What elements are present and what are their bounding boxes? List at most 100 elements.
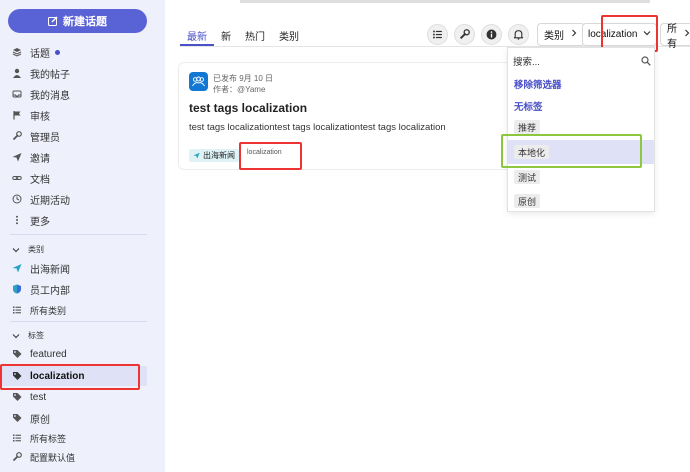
- sidebar-item-my-posts[interactable]: 我的帖子: [0, 63, 150, 83]
- sidebar-item-label: 出海新闻: [30, 264, 70, 276]
- sidebar-item-label: 近期活动: [30, 195, 70, 207]
- category-filter-dropdown[interactable]: 类别: [537, 23, 585, 46]
- sidebar-item-label: 更多: [30, 216, 50, 228]
- category-filter-label: 类别: [544, 31, 564, 42]
- all-filter-dropdown[interactable]: 所有: [660, 23, 690, 50]
- flag-icon: [12, 110, 22, 120]
- sidebar-divider: [10, 321, 147, 322]
- sidebar-item-label: 配置默认值: [30, 452, 76, 463]
- bell-icon: [513, 30, 524, 40]
- remove-filter-option[interactable]: 移除筛选器: [514, 77, 562, 91]
- notification-button[interactable]: [508, 24, 529, 45]
- tag-filter-dropdown[interactable]: localization: [582, 23, 658, 46]
- tag-search-input[interactable]: 搜索...: [513, 53, 651, 69]
- topic-published-date: 已发布 9月 10 日: [213, 74, 274, 83]
- sidebar-item-invite[interactable]: 邀请: [0, 147, 150, 167]
- wrench-icon: [459, 29, 470, 40]
- topic-category-label: 出海新闻: [203, 151, 235, 160]
- sidebar-item-label: 文档: [30, 174, 50, 186]
- topic-author[interactable]: 作者：@Yame: [213, 84, 265, 95]
- sidebar-all-tags[interactable]: 所有标签: [0, 428, 150, 448]
- paper-plane-icon: [193, 152, 200, 159]
- send-icon: [12, 152, 22, 162]
- sidebar-item-recent-activity[interactable]: 近期活动: [0, 189, 150, 209]
- new-topic-label: 新建话题: [63, 16, 107, 28]
- list-icon: [12, 305, 22, 315]
- sidebar-item-docs[interactable]: 文档: [0, 168, 150, 188]
- sidebar-tag-original[interactable]: 原创: [0, 408, 150, 428]
- group-icon: [192, 76, 205, 87]
- sidebar-item-label: 邀请: [30, 153, 50, 165]
- tag-icon: [12, 392, 22, 402]
- chevron-right-icon: [683, 29, 690, 40]
- list-icon: [12, 433, 22, 443]
- sidebar-item-label: localization: [30, 370, 85, 382]
- sidebar-tag-featured[interactable]: featured: [0, 344, 150, 364]
- sidebar-item-more[interactable]: 更多: [0, 210, 150, 230]
- edit-icon: [48, 16, 58, 26]
- tag-icon: [12, 413, 22, 423]
- tag-filter-label: localization: [588, 29, 638, 40]
- tag-option-recommended[interactable]: 推荐: [514, 120, 541, 134]
- sidebar-item-admin[interactable]: 管理员: [0, 126, 150, 146]
- more-vertical-icon: [12, 215, 22, 225]
- link-icon: [12, 173, 22, 183]
- sidebar-item-label: featured: [30, 348, 67, 360]
- sidebar-tag-test[interactable]: test: [0, 387, 150, 407]
- user-icon: [12, 68, 22, 78]
- sidebar-item-label: 我的帖子: [30, 69, 70, 81]
- new-topic-button[interactable]: 新建话题: [8, 9, 147, 33]
- info-button[interactable]: [481, 24, 502, 45]
- sidebar-item-label: 管理员: [30, 132, 60, 144]
- sidebar-configure-defaults[interactable]: 配置默认值: [0, 447, 150, 467]
- tags-section-toggle[interactable]: 标签: [12, 330, 44, 341]
- categories-header: 类别: [28, 245, 44, 254]
- tag-filter-menu: 搜索... 移除筛选器 无标签 推荐 本地化 测试 原创: [507, 47, 655, 212]
- sidebar-item-label: 所有类别: [30, 305, 67, 316]
- topic-tag-badge[interactable]: localization: [247, 149, 282, 156]
- sidebar-item-label: 话题: [30, 48, 50, 60]
- admin-wrench-button[interactable]: [454, 24, 475, 45]
- chevron-down-icon: [12, 333, 20, 338]
- tag-search-placeholder: 搜索...: [513, 57, 540, 68]
- sidebar-category-overseas-news[interactable]: 出海新闻: [0, 258, 150, 278]
- info-icon: [486, 29, 497, 40]
- tab-hot[interactable]: 热门: [238, 28, 272, 46]
- history-icon: [12, 194, 22, 204]
- tags-header: 标签: [28, 331, 44, 340]
- chevron-down-icon: [12, 247, 20, 252]
- topic-title[interactable]: test tags localization: [189, 101, 307, 115]
- layers-icon: [12, 47, 22, 57]
- sidebar-item-label: 我的消息: [30, 90, 70, 102]
- tag-option-original[interactable]: 原创: [514, 194, 541, 208]
- sidebar-tag-localization[interactable]: localization: [0, 366, 147, 386]
- search-icon: [641, 56, 651, 66]
- tag-option-test[interactable]: 测试: [514, 170, 541, 184]
- sidebar-item-topics[interactable]: 话题: [0, 42, 150, 62]
- categories-section-toggle[interactable]: 类别: [12, 244, 44, 255]
- tab-new[interactable]: 新: [214, 28, 238, 46]
- sidebar-item-review[interactable]: 审核: [0, 105, 150, 125]
- tag-option-localization[interactable]: 本地化: [514, 145, 550, 159]
- tab-categories[interactable]: 类别: [272, 28, 306, 46]
- sidebar-item-my-messages[interactable]: 我的消息: [0, 84, 150, 104]
- topic-category-badge[interactable]: 出海新闻: [189, 149, 239, 162]
- sidebar-category-staff[interactable]: 员工内部: [0, 279, 150, 299]
- all-filter-label: 所有: [667, 23, 677, 50]
- sidebar-item-label: test: [30, 391, 47, 403]
- tab-latest[interactable]: 最新: [180, 28, 214, 46]
- sidebar-item-label: 所有标签: [30, 433, 67, 444]
- no-tags-option[interactable]: 无标签: [514, 99, 543, 113]
- bulk-select-button[interactable]: [427, 24, 448, 45]
- wrench-icon: [12, 131, 22, 141]
- sidebar-item-label: 审核: [30, 111, 50, 123]
- sidebar-divider: [10, 234, 147, 235]
- list-icon: [433, 30, 442, 39]
- topic-excerpt: test tags localizationtest tags localiza…: [189, 122, 446, 133]
- chevron-down-icon: [643, 29, 651, 40]
- paper-plane-icon: [12, 263, 22, 273]
- category-avatar: [189, 72, 208, 91]
- unread-dot: [55, 49, 60, 55]
- sidebar-all-categories[interactable]: 所有类别: [0, 300, 150, 320]
- chevron-right-icon: [570, 29, 578, 40]
